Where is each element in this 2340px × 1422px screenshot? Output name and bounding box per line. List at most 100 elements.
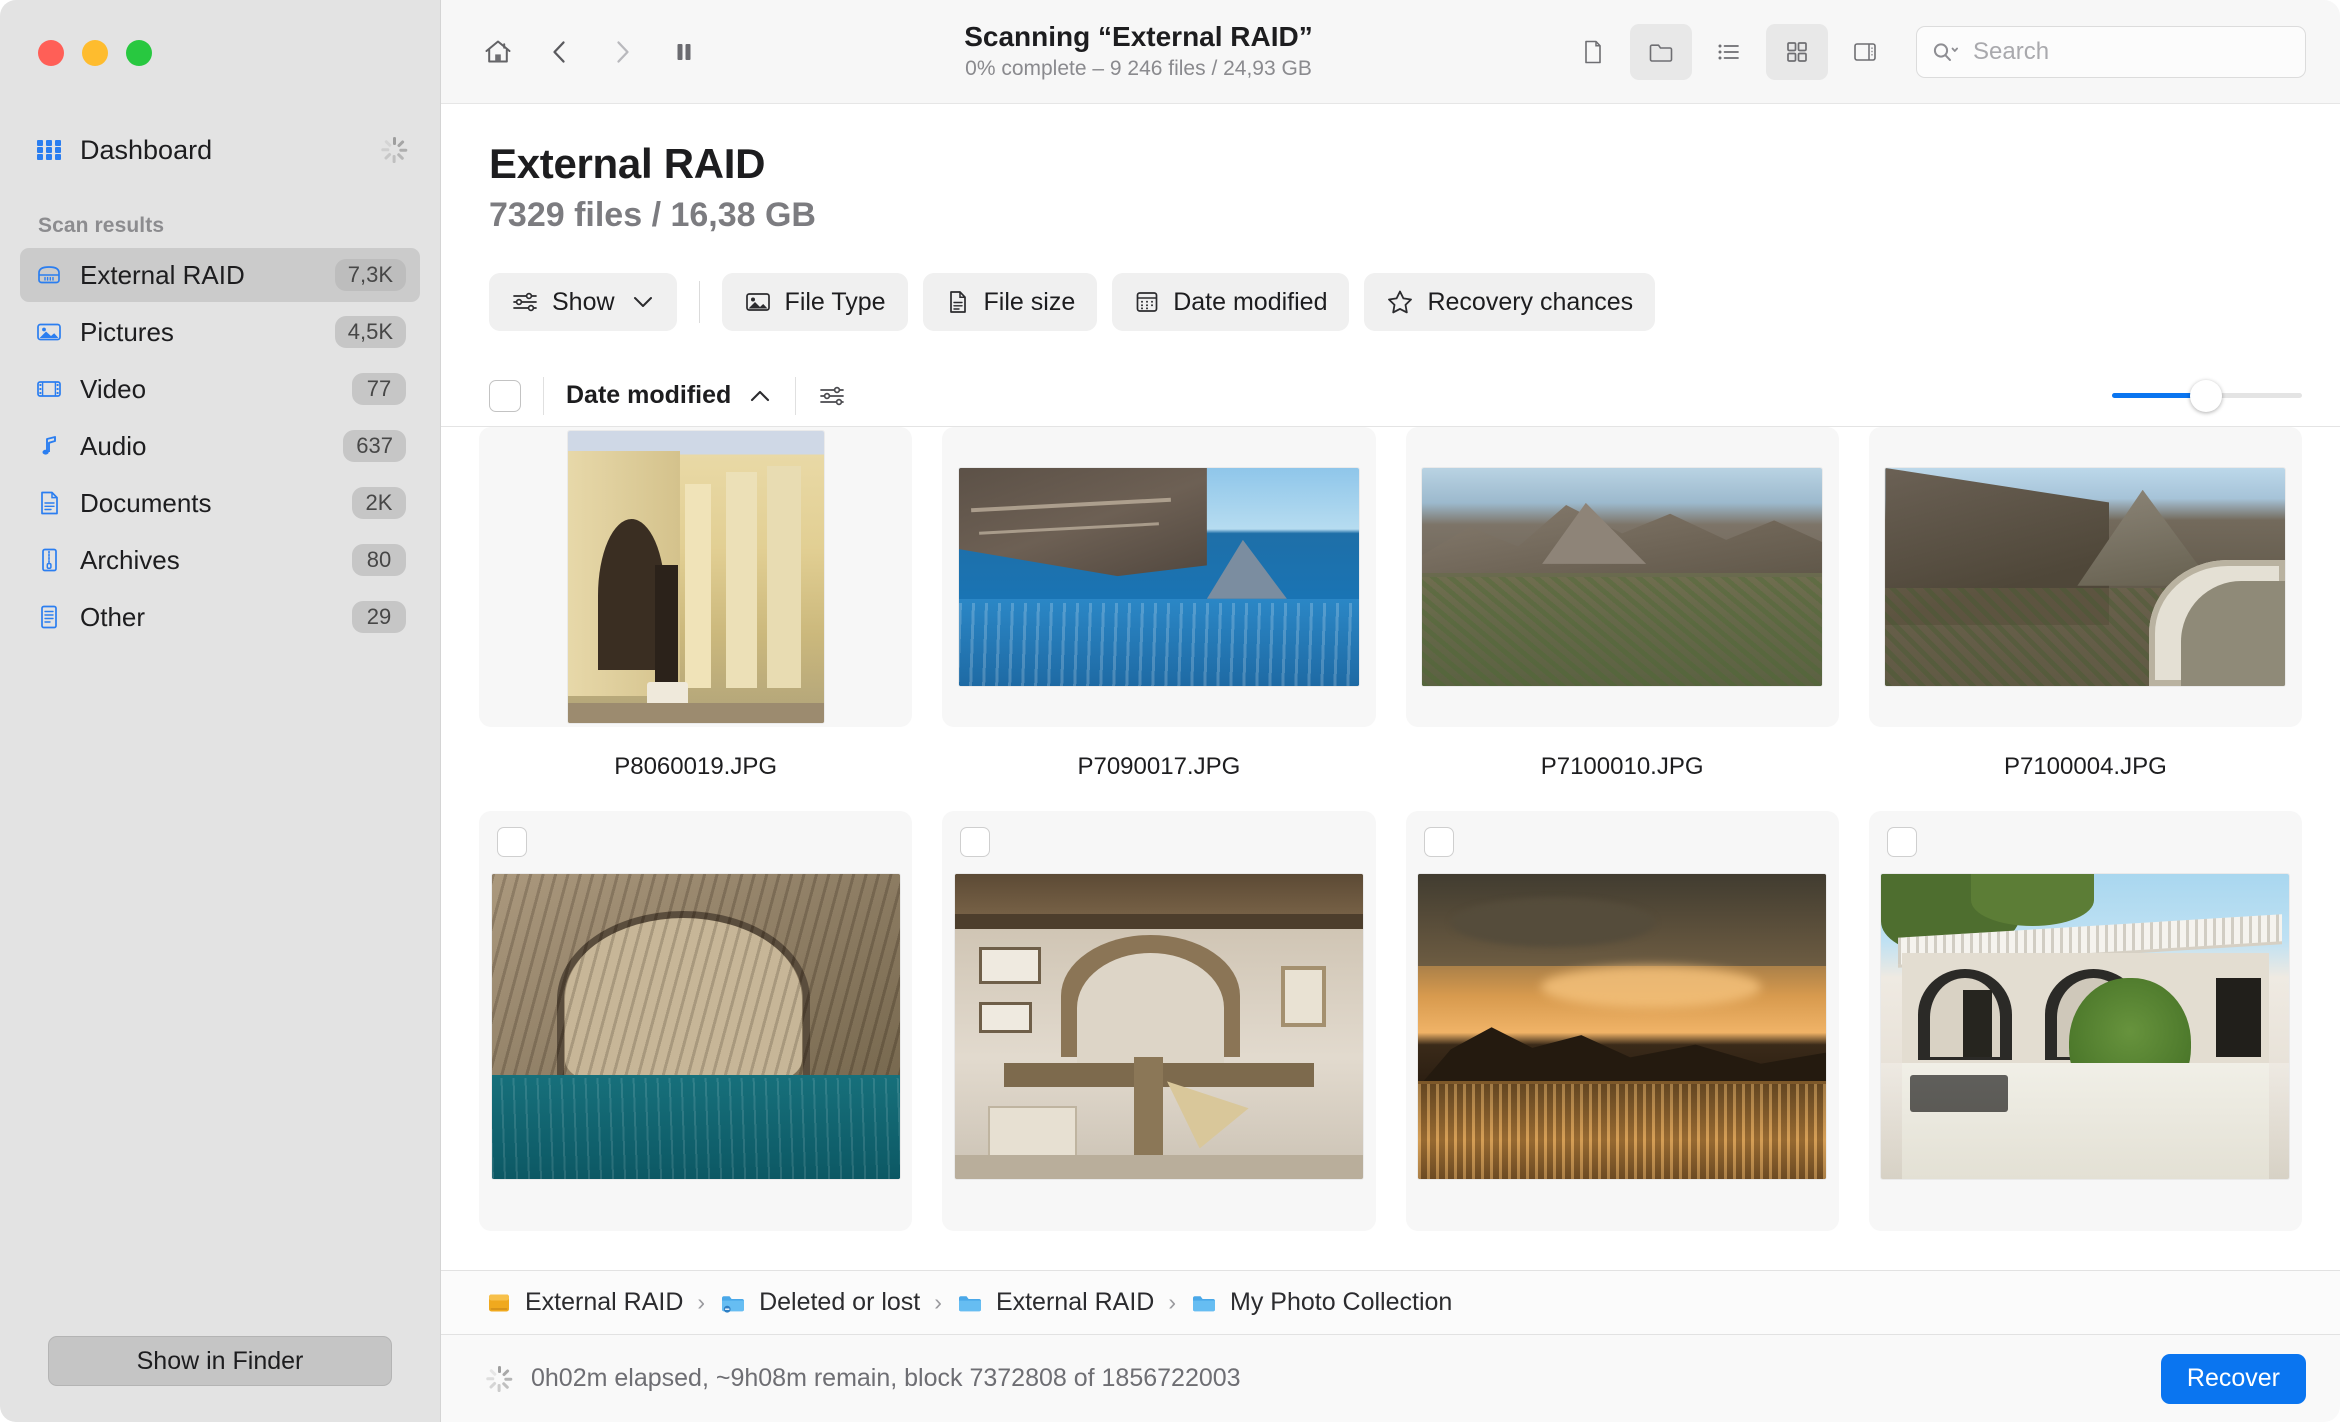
show-filter-label: Show — [552, 287, 615, 316]
recover-button[interactable]: Recover — [2160, 1353, 2306, 1404]
breadcrumb-item-1[interactable]: Deleted or lost — [719, 1288, 920, 1317]
folder-view-icon — [1647, 38, 1675, 66]
sort-bar: Date modified — [441, 365, 2340, 427]
minimize-button[interactable] — [82, 40, 108, 66]
sidebar-item-external-raid[interactable]: External RAID 7,3K — [20, 248, 420, 302]
search-input[interactable]: Search — [1973, 38, 2049, 66]
sea-cave-rock-photo — [491, 874, 900, 1179]
sidebar-item-pictures[interactable]: Pictures 4,5K — [20, 305, 420, 359]
list-view-button[interactable] — [1698, 24, 1760, 80]
thumbnail-card[interactable] — [1868, 427, 2302, 727]
sort-options-button[interactable] — [818, 384, 846, 408]
sidebar-item-badge: 637 — [343, 430, 406, 462]
grid-item[interactable]: P7090017.JPG — [942, 427, 1376, 781]
breadcrumb-label: External RAID — [525, 1288, 684, 1316]
file-select-checkbox[interactable] — [497, 827, 527, 857]
sidebar-item-dashboard[interactable]: Dashboard — [0, 124, 440, 176]
sidebar-item-label: Archives — [80, 544, 180, 575]
file-name: P7090017.JPG — [1077, 753, 1241, 780]
sidebar-item-video[interactable]: Video 77 — [20, 362, 420, 416]
filter-chip-file-size[interactable]: File size — [922, 273, 1098, 331]
page-header: External RAID 7329 files / 16,38 GB — [441, 104, 2340, 235]
breadcrumb-item-0[interactable]: External RAID — [485, 1288, 683, 1317]
grid-item[interactable] — [1868, 811, 2302, 1257]
filter-chip-date-modified[interactable]: Date modified — [1112, 273, 1350, 331]
file-view-icon — [1579, 38, 1607, 66]
back-button[interactable] — [529, 24, 591, 80]
sort-divider-2 — [795, 376, 797, 415]
breadcrumb-label: External RAID — [995, 1288, 1155, 1316]
grid-view-button[interactable] — [1766, 23, 1828, 80]
sea-cliff-photo — [958, 468, 1359, 686]
sidebar-section-title: Scan results — [38, 214, 165, 237]
chevron-right-icon — [607, 37, 637, 67]
file-grid: P8060019.JPG P7090017.JPG P7100010.JPG P… — [479, 427, 2302, 1257]
folder-view-button[interactable] — [1630, 23, 1692, 80]
show-in-finder-button[interactable]: Show in Finder — [48, 1336, 392, 1386]
breadcrumb-item-2[interactable]: External RAID — [956, 1288, 1154, 1317]
grid-item[interactable] — [479, 811, 913, 1257]
file-select-checkbox[interactable] — [1886, 827, 1917, 857]
grid-item[interactable] — [942, 811, 1376, 1257]
close-button[interactable] — [38, 40, 64, 66]
maximize-button[interactable] — [126, 40, 152, 66]
sunset-lake-photo — [1418, 874, 1827, 1179]
filter-chip-label: Recovery chances — [1427, 287, 1634, 316]
select-all-checkbox[interactable] — [489, 379, 521, 412]
sliders-icon — [818, 384, 846, 408]
sort-column-label[interactable]: Date modified — [566, 381, 731, 410]
slider-knob[interactable] — [2189, 379, 2222, 412]
main-area: Scanning “External RAID” 0% complete – 9… — [440, 0, 2340, 1422]
grid-item[interactable]: P8060019.JPG — [479, 427, 913, 781]
sidebar-item-dashboard-label: Dashboard — [80, 134, 213, 165]
sidebar-item-documents[interactable]: Documents 2K — [20, 476, 420, 530]
thumbnail-card[interactable] — [1405, 427, 1839, 727]
toggle-inspector-button[interactable] — [1834, 24, 1896, 80]
rocky-mountain-photo — [1422, 468, 1823, 686]
thumbnail-card[interactable] — [942, 427, 1376, 727]
grid-item[interactable]: P7100010.JPG — [1405, 427, 1839, 781]
sidebar-item-archives[interactable]: Archives 80 — [20, 533, 420, 587]
file-grid-scroll[interactable]: P8060019.JPG P7090017.JPG P7100010.JPG P… — [441, 427, 2340, 1270]
sidebar-item-badge: 4,5K — [334, 316, 406, 348]
chevron-left-icon — [545, 37, 575, 67]
filter-chip-file-type[interactable]: File Type — [721, 273, 908, 331]
sidebar-item-label: Video — [80, 373, 147, 404]
blue-folder-icon — [956, 1289, 984, 1317]
search-field[interactable]: Search — [1916, 25, 2306, 78]
list-file-icon — [34, 602, 64, 632]
show-filter-button[interactable]: Show — [489, 273, 677, 331]
home-button[interactable] — [467, 24, 529, 80]
file-select-checkbox[interactable] — [1423, 827, 1454, 857]
thumbnail-zoom-slider[interactable] — [2112, 379, 2302, 412]
document-icon — [34, 488, 64, 518]
sidebar-item-label: Documents — [80, 487, 212, 518]
sidebar-item-other[interactable]: Other 29 — [20, 590, 420, 644]
status-bar: 0h02m elapsed, ~9h08m remain, block 7372… — [441, 1334, 2340, 1422]
music-note-icon — [34, 431, 64, 461]
picture-icon — [34, 317, 64, 347]
home-icon — [482, 36, 514, 68]
sidebar-item-audio[interactable]: Audio 637 — [20, 419, 420, 473]
grid-item[interactable]: P7100004.JPG — [1868, 427, 2302, 781]
sidebar-footer: Show in Finder — [0, 1336, 440, 1422]
sliders-icon — [511, 290, 539, 314]
breadcrumb-item-3[interactable]: My Photo Collection — [1190, 1288, 1452, 1317]
sidebar-item-label: Audio — [80, 430, 147, 461]
file-select-checkbox[interactable] — [960, 827, 991, 857]
file-view-button[interactable] — [1562, 24, 1624, 80]
grid-item[interactable] — [1405, 811, 1839, 1257]
star-icon — [1386, 289, 1414, 315]
pause-scan-button[interactable] — [653, 24, 715, 80]
sidebar-item-label: Other — [80, 601, 146, 632]
filter-chip-recovery-chances[interactable]: Recovery chances — [1364, 273, 1656, 331]
search-dropdown-icon[interactable] — [1931, 39, 1961, 65]
forward-button[interactable] — [591, 24, 653, 80]
breadcrumb-separator: › — [1168, 1289, 1176, 1315]
thumbnail-card[interactable] — [479, 427, 913, 727]
thumbnail-card[interactable] — [479, 811, 913, 1231]
thumbnail-card[interactable] — [1868, 811, 2302, 1231]
thumbnail-card[interactable] — [1405, 811, 1839, 1231]
chevron-up-icon[interactable] — [747, 387, 773, 405]
thumbnail-card[interactable] — [942, 811, 1376, 1231]
